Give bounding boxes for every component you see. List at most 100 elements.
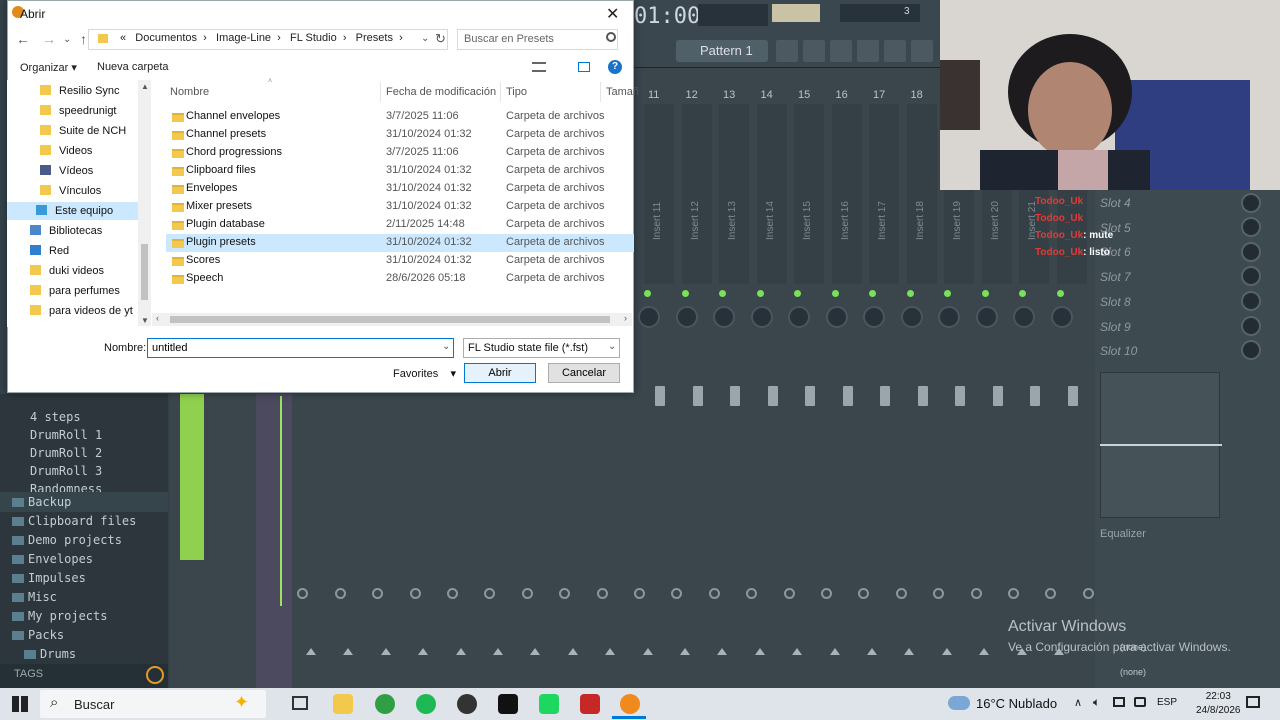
insert-active-led[interactable] (1019, 290, 1026, 297)
nav-item-videos-library[interactable]: Vídeos (40, 165, 93, 177)
fx-slot[interactable]: Slot 9 (1100, 320, 1131, 334)
file-explorer-icon[interactable] (333, 694, 353, 714)
pan-knob[interactable] (788, 306, 810, 328)
browser-folder[interactable]: Demo projects (12, 533, 122, 547)
windows-start-icon[interactable] (12, 696, 28, 712)
browser-folder[interactable]: Packs (12, 628, 64, 642)
route-ring[interactable] (447, 588, 458, 599)
taskbar-search[interactable]: Buscar (40, 690, 266, 718)
volume-fader[interactable] (1030, 386, 1040, 406)
organize-menu[interactable]: Organizar ▾ (20, 61, 77, 74)
pattern-selector[interactable]: Pattern 1 (676, 40, 768, 62)
volume-fader[interactable] (655, 386, 665, 406)
browser-folder-backup[interactable]: Backup (12, 495, 71, 509)
nav-item-duki-videos[interactable]: duki videos (30, 265, 104, 277)
nav-item-suite-nch[interactable]: Suite de NCH (40, 125, 126, 137)
insert-active-led[interactable] (644, 290, 651, 297)
open-button[interactable]: Abrir (464, 363, 536, 383)
slot-mix-knob[interactable] (1241, 291, 1261, 311)
volume-fader[interactable] (880, 386, 890, 406)
browser-item[interactable]: DrumRoll 3 (30, 464, 102, 478)
kick-icon[interactable] (539, 694, 559, 714)
address-dropdown-icon[interactable]: ⌄ (421, 33, 429, 44)
pan-knob[interactable] (713, 306, 735, 328)
insert-active-led[interactable] (906, 290, 914, 297)
weather-widget[interactable]: 16°C Nublado (976, 696, 1057, 711)
browser-folder[interactable]: Misc (12, 590, 57, 604)
file-row[interactable]: Envelopes 31/10/2024 01:32 Carpeta de arch… (166, 180, 634, 198)
slot-mix-knob[interactable] (1241, 217, 1261, 237)
scroll-up-icon[interactable]: ▲ (141, 82, 149, 91)
route-ring[interactable] (783, 588, 795, 599)
send-arrow-icon[interactable] (717, 648, 728, 655)
insert-active-led[interactable] (944, 290, 951, 297)
send-arrow-icon[interactable] (867, 648, 877, 655)
browser-folder[interactable]: My projects (12, 609, 107, 623)
search-icon[interactable] (146, 666, 164, 684)
fx-slot[interactable]: Slot 10 (1100, 344, 1137, 358)
task-view-icon[interactable] (292, 696, 308, 710)
volume-fader[interactable] (917, 386, 928, 406)
filename-dropdown-icon[interactable]: ⌄ (442, 341, 450, 352)
send-arrow-icon[interactable] (605, 648, 616, 655)
slot-mix-knob[interactable] (1241, 316, 1261, 336)
fx-slot[interactable]: Slot 7 (1100, 270, 1131, 284)
column-size[interactable]: Tamañ (606, 86, 639, 98)
help-icon[interactable]: ? (608, 60, 622, 74)
new-folder-button[interactable]: Nueva carpeta (97, 61, 169, 73)
file-row[interactable]: Channel presets 31/10/2024 01:32 Carpeta d… (166, 126, 634, 144)
nav-item-vinculos[interactable]: Vínculos (40, 185, 101, 197)
pan-knob[interactable] (638, 306, 660, 328)
piano-roll-icon[interactable] (830, 40, 852, 62)
insert-active-led[interactable] (681, 290, 689, 297)
chevron-up-icon[interactable]: ∧ (1074, 696, 1082, 709)
route-ring[interactable] (596, 588, 608, 599)
clock[interactable]: 22:03 24/8/2026 (1196, 690, 1241, 718)
fx-slot[interactable]: Slot 8 (1100, 295, 1131, 309)
pan-knob[interactable] (863, 306, 885, 328)
pan-knob[interactable] (975, 306, 998, 328)
slot-mix-knob[interactable] (1241, 340, 1261, 360)
slot-mix-knob[interactable] (1241, 193, 1261, 213)
nav-item-para-perfumes[interactable]: para perfumes (30, 285, 120, 297)
nav-item-para-videos-yt[interactable]: para videos de yt (30, 305, 133, 317)
send-arrow-icon[interactable] (567, 648, 578, 655)
send-arrow-icon[interactable] (941, 648, 952, 655)
insert-active-led[interactable] (794, 290, 801, 297)
spotify-icon[interactable] (416, 694, 436, 714)
volume-fader[interactable] (992, 386, 1003, 406)
close-icon[interactable]: ✕ (606, 4, 619, 24)
insert-active-led[interactable] (719, 290, 726, 297)
browser-item[interactable]: DrumRoll 2 (30, 446, 102, 460)
nav-item-resilio-sync[interactable]: Resilio Sync (40, 85, 120, 97)
insert-active-led[interactable] (1056, 290, 1064, 297)
fl-studio-icon[interactable] (620, 694, 640, 714)
column-date[interactable]: Fecha de modificación (386, 86, 496, 98)
nav-item-speedrunigt[interactable]: speedrunigt (40, 105, 117, 117)
scroll-right-icon[interactable]: › (624, 313, 627, 323)
breadcrumb-item[interactable]: Presets (356, 32, 393, 44)
pan-knob[interactable] (1013, 306, 1035, 328)
breadcrumb-item[interactable]: Documentos (135, 32, 197, 44)
volume-fader[interactable] (805, 386, 815, 406)
send-arrow-icon[interactable] (455, 648, 466, 655)
route-ring[interactable] (634, 588, 645, 599)
send-arrow-icon[interactable] (418, 648, 429, 655)
preview-pane-icon[interactable] (578, 62, 590, 72)
file-row[interactable]: Speech 28/6/2026 05:18 Carpeta de archivos (166, 270, 634, 288)
insert-active-led[interactable] (831, 290, 839, 297)
send-arrow-icon[interactable] (680, 648, 690, 655)
nav-item-este-equipo[interactable]: Este equipo (36, 205, 113, 217)
file-row-selected[interactable]: Plugin presets 31/10/2024 01:32 Carpeta de… (166, 234, 634, 252)
file-row[interactable]: Mixer presets 31/10/2024 01:32 Carpeta de … (166, 198, 634, 216)
file-row[interactable]: Channel envelopes 3/7/2025 11:06 Carpeta d… (166, 108, 634, 126)
route-ring[interactable] (970, 588, 982, 599)
browser-folder[interactable]: Clipboard files (12, 514, 136, 528)
file-row[interactable]: Scores 31/10/2024 01:32 Carpeta de archivo… (166, 252, 634, 270)
browser-item[interactable]: DrumRoll 1 (30, 428, 102, 442)
route-ring[interactable] (409, 588, 421, 599)
slot-mix-knob[interactable] (1241, 242, 1261, 262)
network-icon[interactable] (1113, 697, 1125, 707)
column-name[interactable]: Nombre (170, 86, 209, 98)
volume-fader[interactable] (767, 386, 778, 406)
